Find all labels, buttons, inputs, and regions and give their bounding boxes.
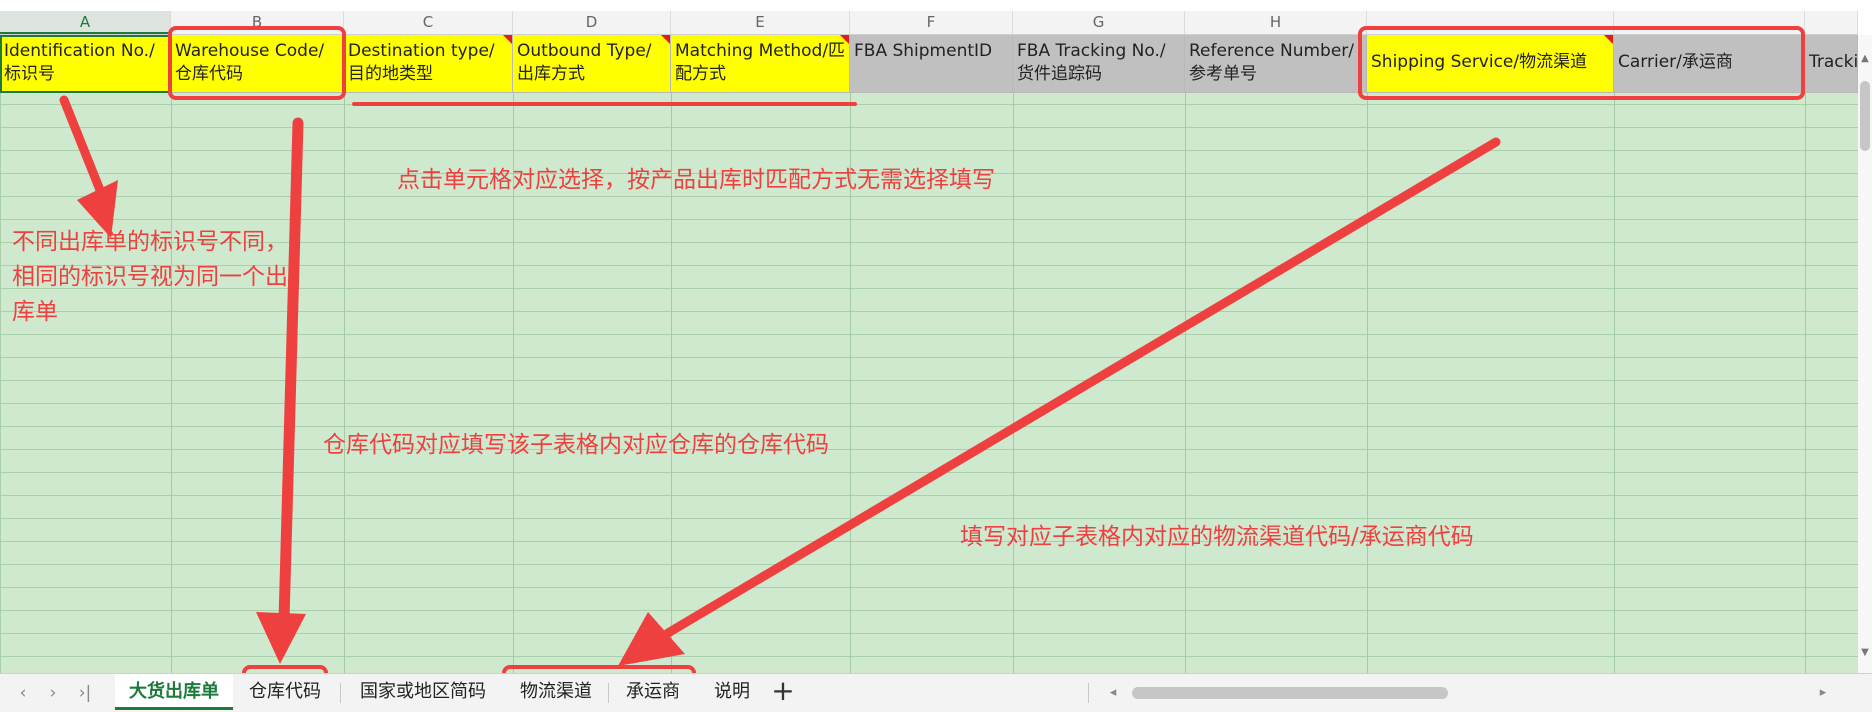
column-header-h[interactable]: H bbox=[1185, 11, 1367, 34]
scroll-right-icon[interactable]: ▸ bbox=[1810, 680, 1836, 706]
scroll-down-icon[interactable]: ▼ bbox=[1858, 647, 1872, 658]
column-header-k[interactable] bbox=[1805, 11, 1858, 34]
tab-next-icon[interactable]: › bbox=[40, 680, 66, 706]
column-header-f[interactable]: F bbox=[850, 11, 1013, 34]
grid-line bbox=[671, 35, 672, 673]
scroll-divider bbox=[1088, 683, 1089, 703]
add-sheet-icon[interactable]: + bbox=[770, 677, 796, 705]
sheet-tab-instructions[interactable]: 说明 bbox=[700, 674, 764, 710]
sheet-tab-bar: ‹ › ›| 大货出库单 仓库代码 国家或地区简码 物流渠道 承运商 说明 + … bbox=[0, 673, 1872, 712]
grid-line bbox=[1013, 35, 1014, 673]
highlight-box-shipping-carrier bbox=[1358, 26, 1805, 100]
cell-grid[interactable] bbox=[0, 35, 1858, 673]
grid-line bbox=[344, 35, 345, 673]
header-cell-fba-tracking-no[interactable]: FBA Tracking No./货件追踪码 bbox=[1013, 35, 1185, 93]
vertical-scrollbar[interactable]: ▲ ▼ bbox=[1858, 35, 1872, 673]
grid-line bbox=[850, 35, 851, 673]
note-select: 点击单元格对应选择，按产品出库时匹配方式无需选择填写 bbox=[397, 167, 995, 193]
sheet-tab-logistics-channel[interactable]: 物流渠道 bbox=[510, 674, 602, 710]
column-header-g[interactable]: G bbox=[1013, 11, 1185, 34]
grid-line bbox=[1805, 35, 1806, 673]
tab-prev-icon[interactable]: ‹ bbox=[10, 680, 36, 706]
grid-line bbox=[1614, 35, 1615, 673]
note-identification: 不同出库单的标识号不同，相同的标识号视为同一个出库单 bbox=[12, 229, 288, 325]
grid-line bbox=[1185, 35, 1186, 673]
note-warehouse: 仓库代码对应填写该子表格内对应仓库的仓库代码 bbox=[323, 432, 829, 458]
highlight-box-warehouse-code bbox=[168, 26, 346, 100]
column-header-d[interactable]: D bbox=[513, 11, 671, 34]
header-cell-fba-shipment-id[interactable]: FBA ShipmentID bbox=[850, 35, 1013, 93]
sheet-tab-carrier[interactable]: 承运商 bbox=[614, 674, 692, 710]
scroll-up-icon[interactable]: ▲ bbox=[1858, 53, 1872, 64]
tab-separator bbox=[608, 683, 609, 703]
tab-separator bbox=[340, 683, 341, 703]
header-cell-outbound-type[interactable]: Outbound Type/出库方式 bbox=[513, 35, 671, 93]
header-cell-matching-method[interactable]: Matching Method/匹配方式 bbox=[671, 35, 850, 93]
grid-line bbox=[171, 35, 172, 673]
column-header-c[interactable]: C bbox=[344, 11, 513, 34]
spreadsheet-app: A B C D E F G H Identification No./标识号 W… bbox=[0, 0, 1872, 712]
sheet-tab-bulk-outbound[interactable]: 大货出库单 bbox=[115, 674, 233, 710]
tab-last-icon[interactable]: ›| bbox=[72, 680, 98, 706]
grid-column-lines bbox=[0, 35, 1858, 673]
note-shipping: 填写对应子表格内对应的物流渠道代码/承运商代码 bbox=[960, 524, 1474, 550]
grid-line bbox=[513, 35, 514, 673]
header-cell-reference-number[interactable]: Reference Number/参考单号 bbox=[1185, 35, 1367, 93]
horizontal-scrollbar[interactable] bbox=[1090, 687, 1820, 699]
sheet-tab-warehouse-code[interactable]: 仓库代码 bbox=[244, 674, 326, 710]
grid-line bbox=[1367, 35, 1368, 673]
horizontal-scroll-thumb[interactable] bbox=[1132, 687, 1448, 699]
vertical-scroll-thumb[interactable] bbox=[1860, 81, 1870, 151]
sheet-tab-country-code[interactable]: 国家或地区简码 bbox=[350, 674, 496, 710]
header-cell-destination-type[interactable]: Destination type/目的地类型 bbox=[344, 35, 513, 93]
column-header-e[interactable]: E bbox=[671, 11, 850, 34]
column-header-a[interactable]: A bbox=[0, 11, 171, 34]
header-cell-identification[interactable]: Identification No./标识号 bbox=[0, 35, 171, 93]
header-cell-tracking[interactable]: Tracki bbox=[1805, 35, 1858, 93]
